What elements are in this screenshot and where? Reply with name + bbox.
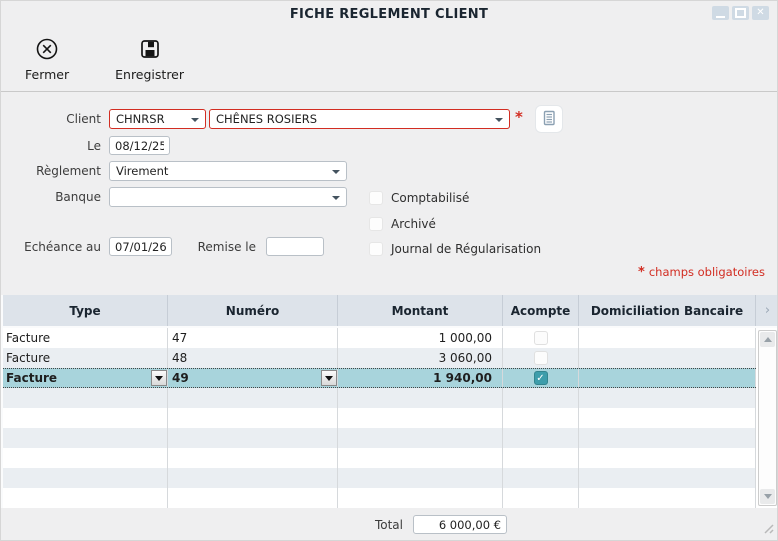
empty-table-row[interactable] [3, 388, 756, 408]
date-input[interactable] [109, 136, 170, 155]
cell-type: Facture [3, 328, 168, 348]
client-detail-button[interactable] [535, 105, 563, 133]
date-label: Le [1, 136, 101, 156]
acompte-checkbox[interactable] [534, 331, 548, 345]
chevron-down-icon [325, 376, 333, 381]
arrow-down-icon [764, 494, 772, 499]
column-header-montant: Montant [338, 295, 503, 326]
comptabilise-label: Comptabilisé [391, 191, 469, 206]
enregistrer-button-label: Enregistrer [115, 67, 184, 82]
column-header-type: Type [3, 295, 168, 326]
cell-acompte [503, 348, 579, 368]
fiche-reglement-client-window: FICHE REGLEMENT CLIENT ✕ Fermer [0, 0, 778, 541]
column-header-acompte: Acompte [503, 295, 579, 326]
save-floppy-icon [138, 37, 162, 61]
close-icon: ✕ [756, 8, 764, 18]
scroll-up-button[interactable] [760, 332, 775, 347]
remise-input[interactable] [266, 237, 324, 256]
comptabilise-checkbox[interactable] [369, 191, 383, 205]
remise-label: Remise le [161, 237, 256, 257]
cell-numero: 48 [168, 348, 338, 368]
reglement-label: Règlement [1, 161, 101, 181]
table-row[interactable]: Facture 48 3 060,00 [3, 348, 756, 368]
archive-checkbox[interactable] [369, 217, 383, 231]
table-header: Type Numéro Montant Acompte Domiciliatio… [1, 295, 778, 328]
echeance-label: Echéance au [1, 237, 101, 257]
maximize-button[interactable] [732, 6, 749, 20]
resize-grip-icon[interactable] [762, 522, 774, 537]
empty-table-row[interactable] [3, 448, 756, 468]
close-circle-icon [35, 37, 59, 61]
required-asterisk: * [515, 108, 523, 126]
close-button[interactable]: ✕ [752, 6, 769, 20]
arrow-up-icon [764, 337, 772, 342]
minimize-button[interactable] [712, 6, 729, 20]
cell-montant: 1 940,00 [338, 369, 503, 387]
cell-domiciliation [579, 348, 756, 368]
acompte-checkbox[interactable] [534, 351, 548, 365]
table-row-selected[interactable]: Facture 49 1 940,00 ✓ [3, 368, 756, 388]
chevron-down-icon [332, 196, 340, 200]
maximize-icon [735, 8, 746, 18]
cell-montant: 3 060,00 [338, 348, 503, 368]
type-dropdown-button[interactable] [151, 370, 167, 386]
empty-table-row[interactable] [3, 468, 756, 488]
check-icon: ✓ [536, 373, 544, 384]
cell-acompte [503, 328, 579, 348]
client-name-value: CHÊNES ROSIERS [216, 112, 317, 126]
cell-montant: 1 000,00 [338, 328, 503, 348]
cell-numero: 49 [168, 369, 338, 387]
chevron-down-icon [332, 170, 340, 174]
numero-dropdown-button[interactable] [321, 370, 337, 386]
column-header-numero: Numéro [168, 295, 338, 326]
toolbar: Fermer Enregistrer [1, 28, 777, 92]
client-name-combobox[interactable]: CHÊNES ROSIERS [209, 109, 510, 129]
cell-type: Facture [3, 348, 168, 368]
fermer-button-label: Fermer [25, 67, 69, 82]
reglement-combobox[interactable]: Virement [109, 161, 347, 181]
total-input[interactable] [413, 515, 507, 534]
total-label: Total [331, 513, 403, 537]
minimize-icon [716, 16, 725, 18]
cell-numero: 47 [168, 328, 338, 348]
titlebar: FICHE REGLEMENT CLIENT ✕ [1, 1, 777, 28]
journal-regularisation-checkbox[interactable] [369, 242, 383, 256]
document-list-icon [540, 109, 558, 130]
empty-table-row[interactable] [3, 408, 756, 428]
cell-acompte: ✓ [503, 369, 579, 387]
archive-label: Archivé [391, 217, 436, 232]
invoices-table: Type Numéro Montant Acompte Domiciliatio… [1, 295, 778, 508]
cell-domiciliation [579, 328, 756, 348]
empty-table-row[interactable] [3, 488, 756, 508]
client-label: Client [1, 109, 101, 129]
total-bar: Total [1, 513, 777, 539]
cell-type: Facture [3, 369, 168, 387]
empty-table-row[interactable] [3, 428, 756, 448]
payment-form: Client CHNRSR CHÊNES ROSIERS * Le Règl [1, 93, 777, 295]
client-code-value: CHNRSR [116, 112, 165, 126]
required-asterisk: * [638, 265, 645, 280]
client-code-combobox[interactable]: CHNRSR [109, 109, 206, 129]
scroll-down-button[interactable] [760, 489, 775, 504]
table-body: Facture 47 1 000,00 Facture 48 3 060,00 [1, 328, 778, 508]
window-title: FICHE REGLEMENT CLIENT [1, 1, 777, 28]
chevron-down-icon [495, 118, 503, 122]
chevron-down-icon [191, 118, 199, 122]
window-controls: ✕ [712, 6, 769, 20]
reglement-value: Virement [116, 164, 168, 178]
chevron-down-icon [155, 376, 163, 381]
enregistrer-button[interactable]: Enregistrer [105, 33, 194, 86]
acompte-checkbox-checked[interactable]: ✓ [534, 371, 548, 385]
vertical-scrollbar[interactable] [758, 330, 777, 506]
cell-domiciliation [579, 369, 756, 387]
fermer-button[interactable]: Fermer [15, 33, 79, 86]
chevron-right-icon[interactable]: › [756, 295, 778, 326]
journal-regularisation-label: Journal de Régularisation [391, 242, 541, 257]
banque-label: Banque [1, 187, 101, 207]
banque-combobox[interactable] [109, 187, 347, 207]
table-row[interactable]: Facture 47 1 000,00 [3, 328, 756, 348]
required-fields-note: *champs obligatoires [638, 265, 765, 280]
column-header-domiciliation: Domiciliation Bancaire [579, 295, 756, 326]
